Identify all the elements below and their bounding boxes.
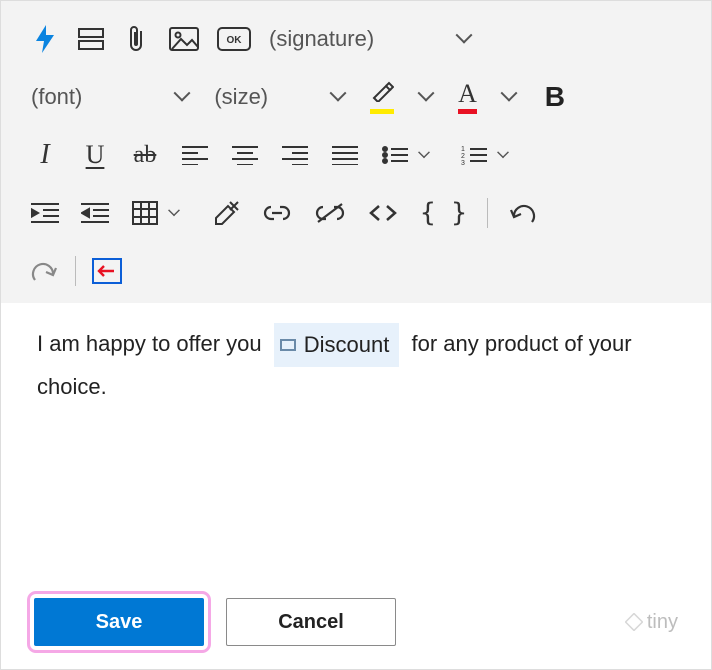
separator — [487, 198, 488, 228]
numbered-list-button[interactable]: 123 — [460, 139, 488, 171]
table-button[interactable] — [131, 197, 159, 229]
strikethrough-button[interactable]: ab — [131, 139, 159, 171]
align-justify-button[interactable] — [331, 139, 359, 171]
separator — [75, 256, 76, 286]
signature-dropdown-label[interactable]: (signature) — [269, 26, 374, 52]
font-dropdown-label[interactable]: (font) — [31, 84, 82, 110]
toolbar-row-2: (font) (size) A B — [31, 73, 681, 121]
undo-button[interactable] — [508, 197, 536, 229]
font-color-button[interactable]: A — [458, 81, 477, 114]
ok-badge-icon[interactable]: OK — [217, 23, 251, 55]
align-center-button[interactable] — [231, 139, 259, 171]
content-text-before: I am happy to offer you — [37, 331, 262, 356]
image-icon[interactable] — [169, 23, 199, 55]
align-right-button[interactable] — [281, 139, 309, 171]
align-left-button[interactable] — [181, 139, 209, 171]
size-dropdown-arrow[interactable] — [324, 81, 352, 113]
attachment-icon[interactable] — [123, 23, 151, 55]
save-button[interactable]: Save — [34, 598, 204, 646]
insert-placeholder-button[interactable] — [92, 255, 122, 287]
bullet-list-dropdown-arrow[interactable] — [410, 139, 438, 171]
numbered-list-dropdown-arrow[interactable] — [489, 139, 517, 171]
clear-formatting-button[interactable] — [210, 197, 240, 229]
indent-button[interactable] — [31, 197, 59, 229]
svg-text:2: 2 — [461, 153, 465, 160]
quick-action-icon[interactable] — [31, 23, 59, 55]
font-color-dropdown-arrow[interactable] — [495, 81, 523, 113]
highlight-button[interactable] — [370, 80, 394, 114]
table-dropdown-arrow[interactable] — [160, 197, 188, 229]
code-block-button[interactable]: { } — [420, 197, 467, 229]
bold-button[interactable]: B — [541, 81, 569, 113]
italic-button[interactable]: I — [31, 139, 59, 171]
tiny-logo: tiny — [625, 611, 678, 634]
signature-dropdown-arrow[interactable] — [450, 23, 478, 55]
underline-button[interactable]: U — [81, 139, 109, 171]
unlink-button[interactable] — [314, 197, 346, 229]
bullet-list-button[interactable] — [381, 139, 409, 171]
tiny-logo-text: tiny — [647, 611, 678, 634]
editor-toolbar: OK (signature) (font) (size) A B I U ab — [1, 1, 711, 303]
placeholder-chip-label: Discount — [304, 325, 390, 365]
font-dropdown-arrow[interactable] — [168, 81, 196, 113]
placeholder-chip-discount[interactable]: Discount — [274, 323, 400, 367]
svg-text:1: 1 — [461, 146, 465, 153]
outdent-button[interactable] — [81, 197, 109, 229]
footer-bar: Save Cancel tiny — [34, 598, 678, 646]
toolbar-row-4: { } — [31, 189, 681, 237]
highlight-dropdown-arrow[interactable] — [412, 81, 440, 113]
template-icon[interactable] — [77, 23, 105, 55]
svg-text:3: 3 — [461, 160, 465, 165]
toolbar-row-5 — [31, 247, 681, 295]
link-button[interactable] — [262, 197, 292, 229]
toolbar-row-3: I U ab 123 — [31, 131, 681, 179]
placeholder-box-icon — [280, 339, 296, 351]
editor-content[interactable]: I am happy to offer you Discount for any… — [1, 303, 711, 416]
redo-button[interactable] — [31, 255, 59, 287]
cancel-button[interactable]: Cancel — [226, 598, 396, 646]
size-dropdown-label[interactable]: (size) — [214, 84, 268, 110]
toolbar-row-1: OK (signature) — [31, 15, 681, 63]
svg-text:OK: OK — [227, 35, 243, 46]
source-code-button[interactable] — [368, 197, 398, 229]
